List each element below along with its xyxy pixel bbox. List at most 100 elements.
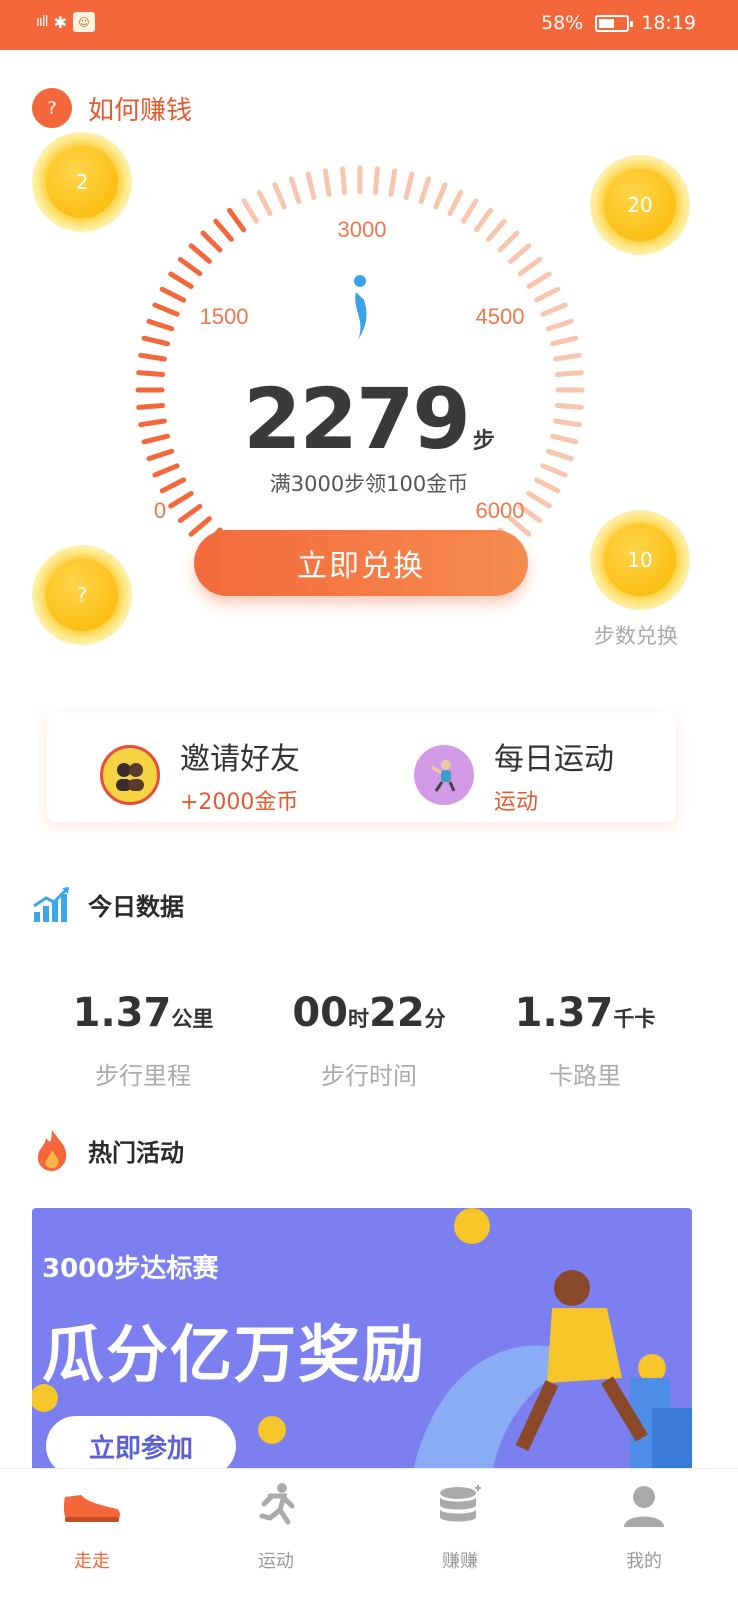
nav-item-me[interactable]: 我的 <box>552 1481 736 1573</box>
calories-unit: 千卡 <box>613 1007 656 1031</box>
gauge-tick <box>138 352 167 362</box>
gauge-tick <box>288 176 302 205</box>
coin-value: 10 <box>627 548 653 572</box>
battery-icon <box>595 14 634 32</box>
gauge-tick <box>447 189 464 217</box>
gauge-tick <box>152 302 180 317</box>
how-to-earn-label: 如何赚钱 <box>88 95 193 126</box>
help-icon: ? <box>32 88 72 128</box>
daily-exercise-title: 每日运动 <box>494 742 614 777</box>
nav-label-exercise: 运动 <box>258 1551 294 1572</box>
today-data-title: 今日数据 <box>88 892 184 921</box>
gauge-tick <box>497 230 520 253</box>
signal-icon: ııll <box>36 14 49 30</box>
today-data-header: 今日数据 <box>32 884 184 924</box>
gauge-tick <box>403 171 415 200</box>
steps-display: 2279 步 <box>0 370 738 468</box>
bottom-nav: 走走 运动 赚赚 我的 <box>0 1468 738 1600</box>
status-left: ııll ✱ ☺ <box>36 12 95 32</box>
activity-banner[interactable]: 3000步达标赛 瓜分亿万奖励 立即参加 <box>32 1208 692 1476</box>
gauge-tick <box>188 243 212 264</box>
hot-activities-header: 热门活动 <box>32 1128 184 1172</box>
gauge-tick <box>177 503 203 523</box>
time-hours-unit: 时 <box>348 1007 369 1031</box>
runner-icon <box>184 1481 368 1529</box>
coins-stack-icon <box>368 1481 552 1529</box>
app-notification-icon: ☺ <box>72 12 95 32</box>
time-minutes: 22 <box>369 990 425 1036</box>
calories-stat: 1.37千卡 卡路里 <box>462 990 708 1091</box>
gauge-tick <box>473 207 493 233</box>
how-to-earn-link[interactable]: ? 如何赚钱 <box>32 88 192 128</box>
invite-title: 邀请好友 <box>180 742 300 777</box>
nav-item-walk[interactable]: 走走 <box>0 1481 184 1573</box>
distance-value: 1.37 <box>72 990 172 1036</box>
gauge-tick <box>256 189 273 217</box>
invite-reward: +2000金币 <box>180 790 299 815</box>
invite-friends-card[interactable]: 邀请好友 +2000金币 <box>100 734 300 816</box>
battery-fill <box>599 18 615 28</box>
coin-bubble[interactable]: 10 <box>590 510 690 610</box>
calories-value: 1.37 <box>514 990 614 1036</box>
clock: 18:19 <box>641 12 696 34</box>
coin-icon: 10 <box>604 524 676 596</box>
gauge-label-3000: 3000 <box>338 217 387 242</box>
nav-label-walk: 走走 <box>74 1551 110 1572</box>
gauge-tick <box>159 286 187 303</box>
step-reward-tip: 满3000步领100金币 <box>269 472 469 496</box>
gauge-tick <box>340 166 347 196</box>
step-unit: 步 <box>472 429 495 454</box>
coin-bubble[interactable]: 2 <box>32 132 132 232</box>
gauge-tick <box>545 318 574 332</box>
daily-exercise-card[interactable]: 每日运动 运动 <box>414 734 614 816</box>
fire-icon <box>37 1130 67 1171</box>
coin-bubble[interactable]: ? <box>32 545 132 645</box>
bluetooth-icon: ✱ <box>53 12 67 32</box>
calories-label: 卡路里 <box>549 1062 621 1090</box>
daily-exercise-subtitle: 运动 <box>494 790 539 815</box>
bar-chart-icon <box>33 886 70 922</box>
coin-bubble[interactable]: 20 <box>590 155 690 255</box>
shoe-icon <box>0 1481 184 1529</box>
gauge-label-4500: 4500 <box>476 304 525 329</box>
gauge-tick <box>553 352 582 362</box>
gauge-label-6000: 6000 <box>476 498 525 523</box>
gauge-label-1500: 1500 <box>200 304 249 329</box>
time-hours: 00 <box>292 990 348 1036</box>
status-right: 58% 18:19 <box>541 12 696 34</box>
gauge-tick <box>241 198 259 224</box>
gauge-tick <box>141 335 170 347</box>
nav-item-exercise[interactable]: 运动 <box>184 1481 368 1573</box>
exchange-now-button[interactable]: 立即兑换 <box>194 530 528 596</box>
gauge-tick <box>177 257 203 277</box>
nav-item-earn[interactable]: 赚赚 <box>368 1481 552 1573</box>
gauge-tick <box>146 318 175 332</box>
distance-unit: 公里 <box>171 1007 214 1031</box>
time-stat: 00时22分 步行时间 <box>246 990 492 1091</box>
time-label: 步行时间 <box>321 1062 417 1090</box>
nav-label-earn: 赚赚 <box>442 1551 478 1572</box>
join-now-button[interactable]: 立即参加 <box>46 1416 236 1476</box>
hot-activities-title: 热门活动 <box>88 1138 184 1167</box>
gauge-tick <box>533 286 561 303</box>
friends-icon <box>100 745 160 805</box>
step-count: 2279 <box>243 370 471 468</box>
gauge-tick <box>322 168 332 197</box>
gauge-tick <box>388 168 398 197</box>
time-minutes-unit: 分 <box>424 1007 446 1031</box>
gauge-tick <box>168 271 194 289</box>
step-exchange-label: 步数兑换 <box>594 624 678 648</box>
distance-label: 步行里程 <box>95 1062 191 1090</box>
coin-value: 20 <box>627 193 653 217</box>
gauge-tick <box>227 207 247 233</box>
gauge-tick <box>272 182 287 210</box>
action-cards: 邀请好友 +2000金币 每日运动 运动 <box>46 712 676 822</box>
gauge-tick <box>486 218 507 242</box>
gauge-tick <box>373 166 380 196</box>
badminton-player-icon <box>414 745 474 805</box>
banner-title: 瓜分亿万奖励 <box>42 1318 427 1391</box>
gauge-tick <box>526 271 552 289</box>
gauge-tick <box>418 176 432 205</box>
gauge-tick <box>188 516 212 537</box>
gauge-tick <box>550 335 579 347</box>
